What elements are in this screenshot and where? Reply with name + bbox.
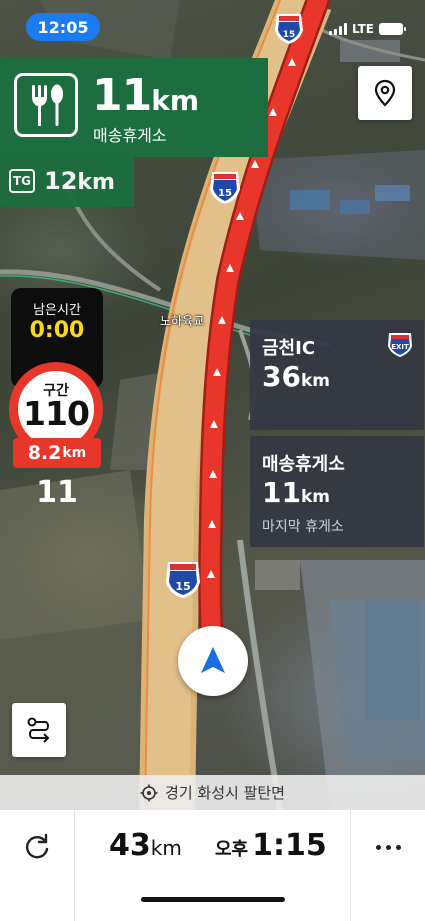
remaining-time-value: 0:00 <box>29 318 85 343</box>
svg-text:15: 15 <box>283 30 296 40</box>
route-overview-button[interactable] <box>12 703 66 757</box>
speed-limit-value: 110 <box>23 394 90 433</box>
card-distance: 36km <box>262 360 330 393</box>
svg-text:15: 15 <box>175 580 190 593</box>
card-title: 매송휴게소 <box>262 454 345 475</box>
more-button[interactable] <box>351 810 425 884</box>
reroute-button[interactable] <box>0 810 74 884</box>
service-area-distance: 11km <box>92 70 200 121</box>
bottom-divider <box>74 810 75 921</box>
section-average-speed: 11 <box>36 475 78 510</box>
map-place-label: 노하육교 <box>160 314 205 328</box>
remaining-distance: 43km <box>109 828 182 863</box>
remaining-time-label: 남은시간 <box>33 303 81 318</box>
service-area-name: 매송휴게소 <box>93 126 167 145</box>
svg-text:15: 15 <box>218 188 232 199</box>
current-address: 경기 화성시 팔탄면 <box>165 784 285 802</box>
route-icon <box>27 717 50 743</box>
more-icon <box>375 844 381 850</box>
fork-spoon-icon <box>14 73 78 137</box>
map-pin-icon <box>374 79 396 107</box>
signal-icon <box>328 23 347 35</box>
status-indicators: LTE <box>328 22 406 36</box>
info-card-rest-area[interactable]: 매송휴게소 11km 마지막 휴게소 <box>250 436 424 547</box>
section-remaining-distance: 8.2 km <box>13 438 101 468</box>
card-subtitle: 마지막 휴게소 <box>262 519 344 535</box>
next-service-area-panel[interactable]: 11km 매송휴게소 <box>0 58 268 157</box>
tollgate-badge: TG <box>9 169 35 193</box>
location-button[interactable] <box>358 66 412 120</box>
current-address-bar[interactable]: 경기 화성시 팔탄면 <box>0 775 425 810</box>
status-time: 12:05 <box>26 13 100 41</box>
exit-sign-icon: EXIT <box>388 333 412 357</box>
network-label: LTE <box>351 22 374 36</box>
tollgate-distance: 12km <box>44 167 115 195</box>
tollgate-panel[interactable]: TG 12km <box>0 157 134 207</box>
bottom-bar: 43km 오후 1:15 <box>0 810 425 921</box>
card-distance: 11km <box>262 476 330 509</box>
current-position-marker[interactable] <box>178 626 248 696</box>
card-title: 금천IC <box>262 338 316 359</box>
crosshair-icon <box>140 784 158 801</box>
info-card-interchange[interactable]: 금천IC EXIT 36km <box>250 320 424 430</box>
battery-icon <box>379 23 406 35</box>
svg-text:EXIT: EXIT <box>391 343 409 351</box>
arrival-time: 오후 1:15 <box>215 828 327 863</box>
refresh-icon <box>26 833 49 859</box>
home-indicator[interactable] <box>141 897 285 902</box>
navigation-arrow-icon <box>201 647 225 673</box>
